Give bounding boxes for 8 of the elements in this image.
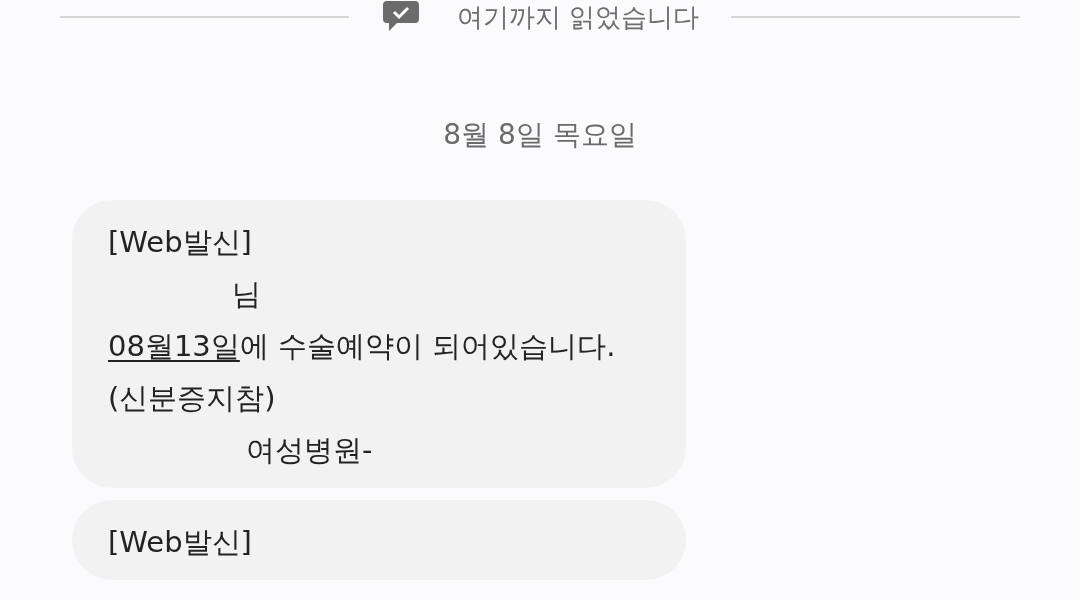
message-line: [Web발신] xyxy=(108,224,253,261)
read-marker-label: 여기까지 읽었습니다 xyxy=(456,4,700,30)
message-line: 08월13일에 수술예약이 되어있습니다. xyxy=(108,328,616,365)
message-line: [Web발신] xyxy=(108,524,253,561)
message-line: 님 xyxy=(231,276,262,313)
message-line: (신분증지참) xyxy=(108,380,277,417)
date-header: 8월 8일 목요일 xyxy=(443,117,637,153)
message-line: 여성병원- xyxy=(245,432,374,469)
